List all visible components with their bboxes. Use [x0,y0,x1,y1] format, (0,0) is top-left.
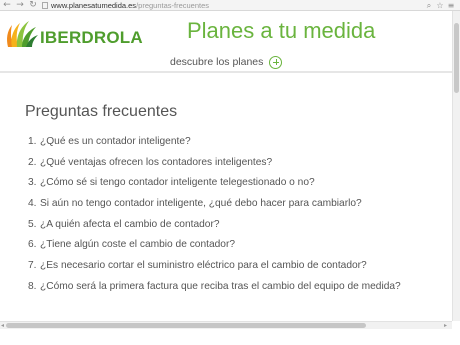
faq-item: 5. ¿A quién afecta el cambio de contador? [28,218,448,239]
faq-number: 6. [28,239,37,251]
faq-number: 3. [28,177,37,189]
menu-icon[interactable]: ≡ [446,0,456,11]
main-content: Preguntas frecuentes 1. ¿Qué es un contad… [0,75,452,320]
horizontal-scroll-thumb[interactable] [6,323,366,328]
discover-plans-link[interactable]: descubre los planes [170,54,283,70]
page-icon [42,2,48,9]
vertical-scroll-thumb[interactable] [454,23,459,93]
logo-text: IBERDROLA [40,28,143,47]
faq-question-link[interactable]: ¿Qué ventajas ofrecen los contadores int… [40,156,272,170]
faq-item: 7. ¿Es necesario cortar el suministro elé… [28,259,448,280]
leaf-logo-icon [7,21,38,47]
site-header: IBERDROLA Planes a tu medida [0,11,460,51]
faq-question-link[interactable]: ¿A quién afecta el cambio de contador? [40,218,220,232]
faq-number: 5. [28,218,37,230]
faq-question-link[interactable]: ¿Es necesario cortar el suministro eléct… [40,259,367,273]
url-path: /preguntas-frecuentes [136,1,210,10]
vertical-scrollbar[interactable] [452,11,460,321]
faq-number: 4. [28,198,37,210]
horizontal-scrollbar[interactable]: ◂ ▸ [0,321,452,329]
faq-item: 6. ¿Tiene algún coste el cambio de contad… [28,238,448,259]
faq-list: 1. ¿Qué es un contador inteligente? 2. ¿Qu… [28,135,448,301]
faq-question-link[interactable]: ¿Tiene algún coste el cambio de contador… [40,238,235,252]
iberdrola-logo[interactable]: IBERDROLA [4,17,143,51]
zoom-icon[interactable]: ⌕ [424,0,434,11]
faq-item: 4. Si aún no tengo contador inteligente, … [28,197,448,218]
faq-item: 8. ¿Cómo será la primera factura que reci… [28,280,448,301]
url-host: www.planesatumedida.es [51,1,137,10]
faq-item: 1. ¿Qué es un contador inteligente? [28,135,448,156]
faq-question-link[interactable]: ¿Cómo será la primera factura que reciba… [40,280,401,294]
faq-question-link[interactable]: Si aún no tengo contador inteligente, ¿q… [40,197,362,211]
faq-number: 1. [28,136,37,147]
faq-question-link[interactable]: ¿Qué es un contador inteligente? [40,135,191,149]
faq-number: 2. [28,156,37,168]
browser-toolbar: ← → ↻ www.planesatumedida.es/preguntas-f… [0,0,460,11]
plus-circle-icon[interactable] [269,55,283,69]
page-header-title: Planes a tu medida [187,18,376,43]
back-icon[interactable]: ← [2,0,12,11]
faq-question-link[interactable]: ¿Cómo sé si tengo contador inteligente t… [40,176,315,190]
faq-item: 2. ¿Qué ventajas ofrecen los contadores i… [28,156,448,177]
discover-plans-label: descubre los planes [170,56,264,68]
star-icon[interactable]: ☆ [435,0,445,11]
forward-icon[interactable]: → [15,0,25,11]
address-bar[interactable]: www.planesatumedida.es/preguntas-frecuen… [42,0,422,11]
faq-item: 3. ¿Cómo sé si tengo contador inteligente… [28,176,448,197]
subnav-bar: descubre los planes [0,51,460,73]
window-bottom [0,329,460,345]
faq-number: 7. [28,260,37,272]
faq-title: Preguntas frecuentes [25,103,178,120]
reload-icon[interactable]: ↻ [28,0,38,11]
faq-number: 8. [28,280,37,292]
